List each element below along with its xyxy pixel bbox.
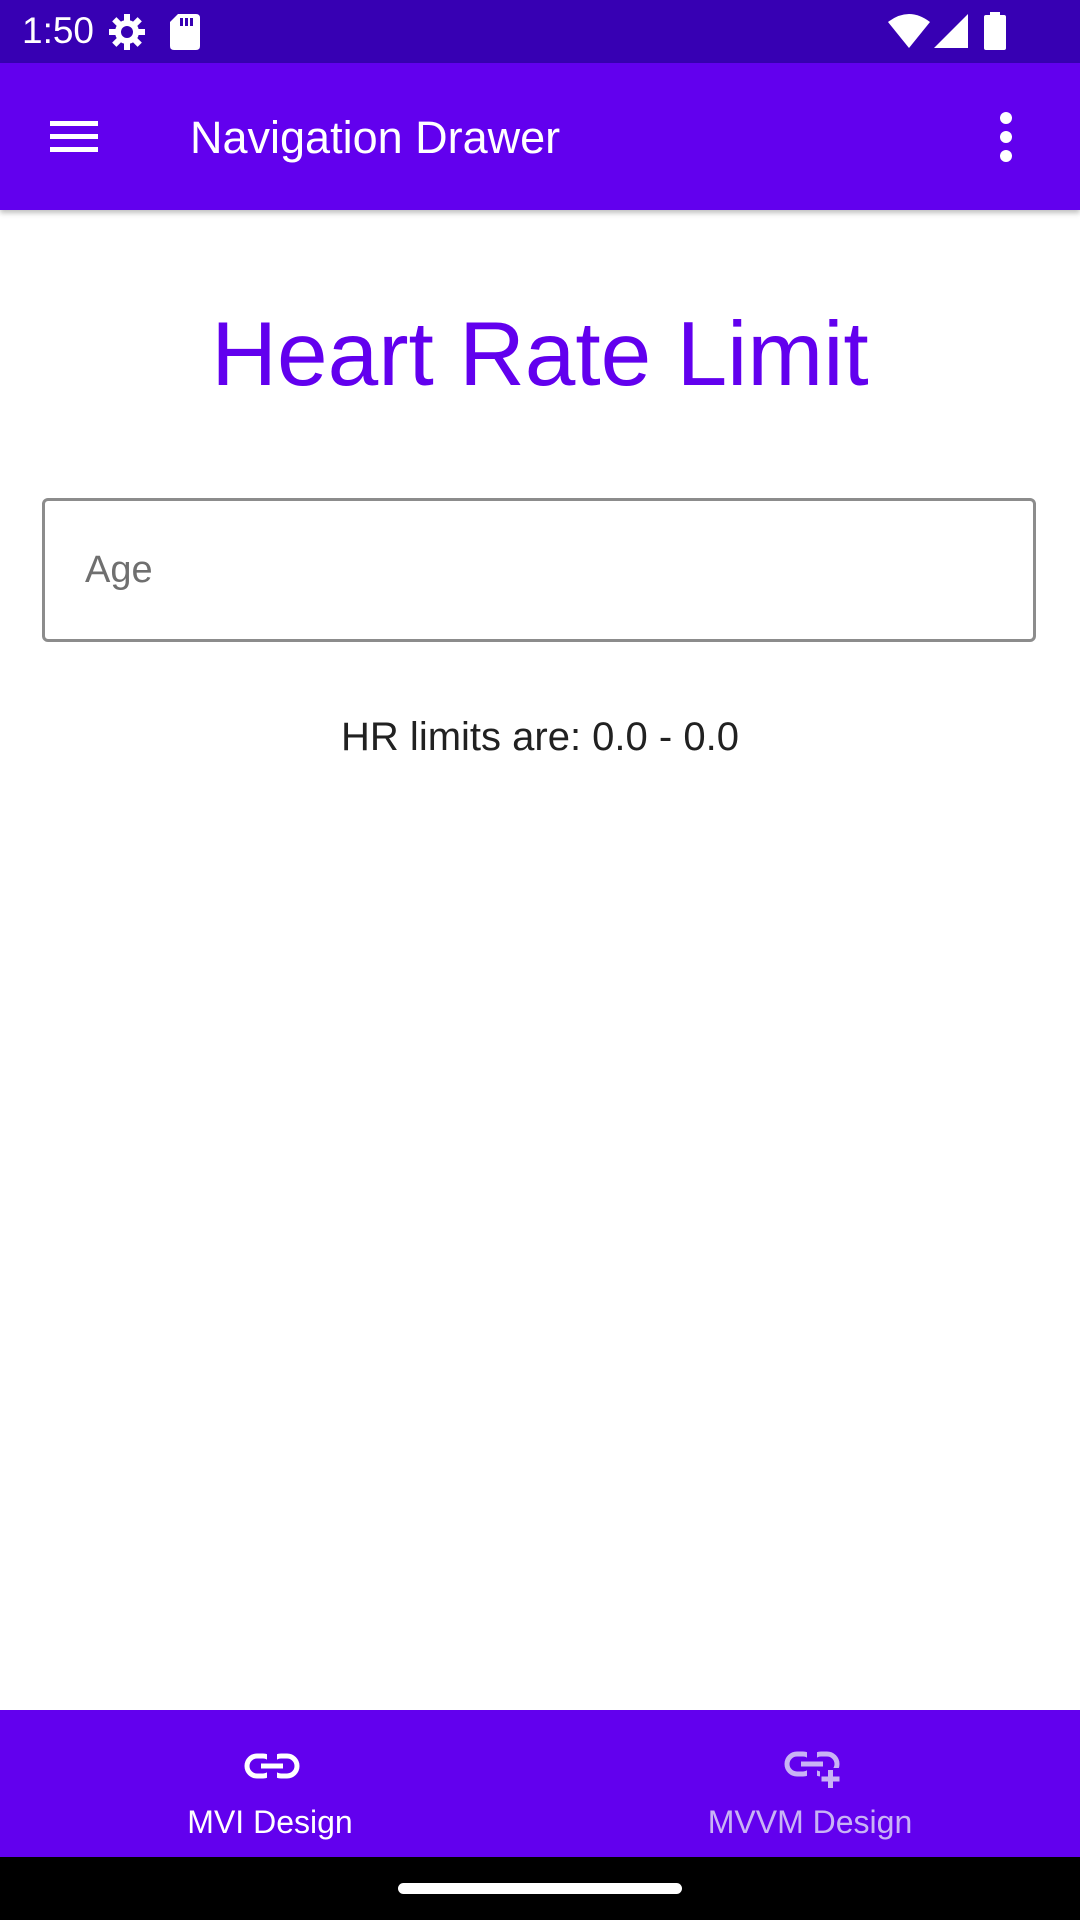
link-icon — [244, 1738, 300, 1794]
hamburger-menu-icon — [30, 121, 118, 173]
overflow-menu-button[interactable] — [978, 99, 1034, 175]
age-field[interactable] — [42, 498, 1036, 642]
page-title: Heart Rate Limit — [211, 304, 869, 405]
menu-button[interactable] — [30, 103, 118, 169]
status-time: 1:50 — [22, 10, 95, 51]
app-title: Navigation Drawer — [190, 112, 561, 163]
more-vert-icon — [978, 112, 1034, 179]
app-bar: Navigation Drawer — [0, 63, 1080, 210]
bottom-navigation: MVI Design MVVM Design — [0, 1710, 1080, 1857]
wifi-icon — [888, 14, 930, 53]
age-input[interactable] — [85, 501, 985, 639]
system-navigation-bar — [0, 1857, 1080, 1920]
home-gesture-handle[interactable] — [398, 1883, 682, 1894]
nav-label-mvvm-design: MVVM Design — [707, 1804, 913, 1840]
sd-card-icon — [170, 14, 200, 55]
hr-limits-text: HR limits are: 0.0 - 0.0 — [341, 715, 739, 759]
nav-item-mvi-design[interactable]: MVI Design — [0, 1710, 540, 1857]
status-bar: 1:50 — [0, 0, 1080, 63]
add-link-icon — [784, 1738, 840, 1794]
signal-icon — [934, 14, 968, 53]
settings-icon — [107, 12, 147, 57]
battery-icon — [984, 12, 1006, 55]
nav-item-mvvm-design[interactable]: MVVM Design — [540, 1710, 1080, 1857]
nav-label-mvi-design: MVI Design — [187, 1804, 353, 1840]
